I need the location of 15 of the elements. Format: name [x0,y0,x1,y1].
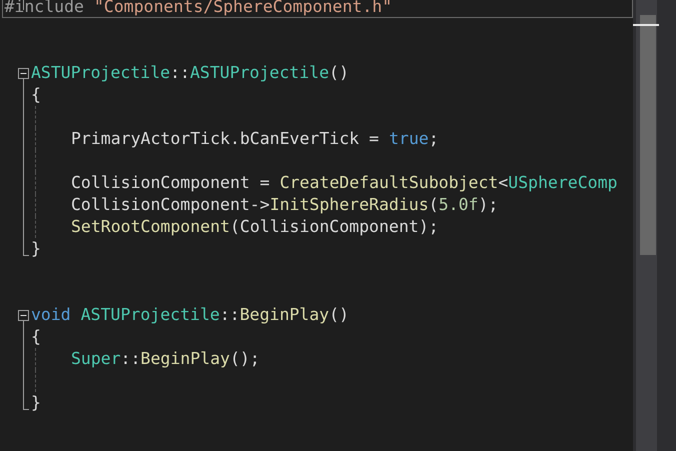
code-line: Super::BeginPlay(); [71,349,260,369]
code-line: PrimaryActorTick.bCanEverTick = true; [71,129,439,149]
code-line: void ASTUProjectile::BeginPlay() [31,305,349,325]
caret-position-marker [633,24,659,26]
code-line: } [31,393,41,413]
collapse-icon[interactable] [18,310,29,321]
code-line: CollisionComponent = CreateDefaultSubobject<USphereComp [71,173,618,193]
collapse-icon[interactable] [18,68,29,79]
code-line: ASTUProjectile::ASTUProjectile() [31,63,349,83]
code-line: CollisionComponent->InitSphereRadius(5.0f); [71,195,498,215]
code-line: SetRootComponent(CollisionComponent); [71,217,439,237]
code-line: } [31,239,41,259]
code-line: { [31,85,41,105]
scrollbar-thumb[interactable] [640,15,656,255]
code-line: { [31,327,41,347]
